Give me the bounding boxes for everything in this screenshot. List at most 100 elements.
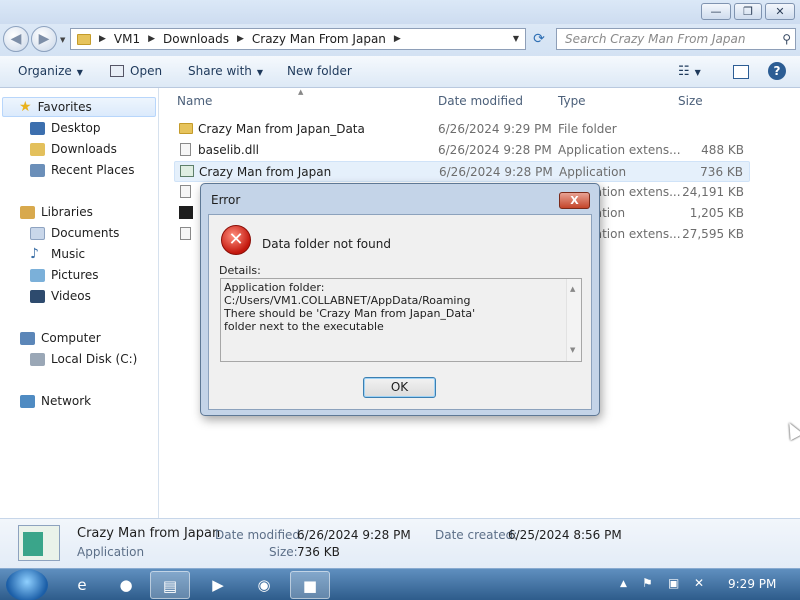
view-options-icon[interactable]: ☷ ▼ [678, 64, 701, 79]
nav-favorites[interactable]: ★ Favorites [2, 97, 156, 117]
chevron-down-icon: ▼ [256, 68, 264, 77]
breadcrumb-downloads[interactable]: Downloads [163, 32, 229, 46]
nav-computer[interactable]: Computer [20, 328, 101, 348]
internet-explorer-icon[interactable]: e [62, 571, 102, 599]
dialog-close-button[interactable]: X [559, 192, 590, 209]
crazy-man-game-icon[interactable]: ■ [290, 571, 330, 599]
error-message: Data folder not found [262, 237, 391, 251]
application-icon [180, 165, 194, 177]
show-hidden-icons-icon[interactable]: ▲ [620, 579, 627, 589]
dialog-title: Error [211, 193, 241, 207]
column-header-name[interactable]: Name [177, 94, 212, 108]
file-name: Crazy Man from Japan_Data [198, 122, 365, 136]
nav-computer-label: Computer [41, 331, 101, 345]
open-label: Open [130, 64, 163, 78]
network-icon [20, 394, 35, 408]
details-textbox[interactable]: Application folder: C:/Users/VM1.COLLABN… [220, 278, 582, 362]
address-row: ◀ ▶ ▼ ▶ VM1 ▶ Downloads ▶ Crazy Man From… [0, 24, 800, 56]
details-file-name: Crazy Man from Japan [77, 526, 221, 541]
back-arrow-icon[interactable]: ◀ [3, 26, 29, 52]
file-row[interactable]: baselib.dll 6/26/2024 9:28 PM Applicatio… [174, 140, 750, 161]
forward-arrow-icon[interactable]: ▶ [31, 26, 57, 52]
preview-pane-icon[interactable] [733, 65, 749, 79]
address-dropdown-icon[interactable]: ▼ [513, 34, 519, 43]
details-scrollbar[interactable]: ▲ ▼ [566, 279, 581, 361]
nav-downloads[interactable]: Downloads [30, 139, 117, 159]
file-date: 6/26/2024 9:28 PM [439, 165, 553, 179]
search-input[interactable]: Search Crazy Man From Japan ⚲ [556, 28, 796, 50]
refresh-icon[interactable]: ⟳ [529, 29, 549, 49]
taskbar-clock[interactable]: 9:29 PM [728, 577, 776, 591]
nav-music[interactable]: ♪ Music [30, 244, 85, 264]
nav-favorites-label: Favorites [37, 100, 92, 114]
breadcrumb-separator-icon[interactable]: ▶ [394, 34, 401, 44]
error-dialog: Error X ✕ Data folder not found Details:… [200, 183, 600, 416]
search-icon[interactable]: ⚲ [782, 29, 791, 49]
nav-videos[interactable]: Videos [30, 286, 91, 306]
dll-file-icon [180, 143, 191, 156]
volume-muted-icon[interactable]: ✕ [694, 576, 704, 590]
breadcrumb-vm1[interactable]: VM1 [114, 32, 140, 46]
details-line: folder next to the executable [224, 320, 384, 333]
address-bar[interactable]: ▶ VM1 ▶ Downloads ▶ Crazy Man From Japan… [70, 28, 526, 50]
nav-local-disk-label: Local Disk (C:) [51, 352, 138, 366]
folder-icon [179, 123, 193, 134]
file-type: File folder [558, 122, 617, 136]
close-window-button[interactable]: ✕ [765, 3, 795, 20]
firefox-icon[interactable]: ● [106, 571, 146, 599]
breadcrumb-separator-icon[interactable]: ▶ [148, 34, 155, 44]
file-row-selected[interactable]: Crazy Man from Japan 6/26/2024 9:28 PM A… [174, 161, 750, 182]
nav-local-disk[interactable]: Local Disk (C:) [30, 349, 137, 369]
nav-videos-label: Videos [51, 289, 91, 303]
column-header-size[interactable]: Size [678, 94, 703, 108]
help-icon[interactable]: ? [768, 62, 786, 80]
column-header-type[interactable]: Type [558, 94, 586, 108]
chevron-down-icon: ▼ [694, 68, 701, 77]
action-center-flag-icon[interactable]: ⚑ [642, 576, 653, 590]
nav-recent-places[interactable]: Recent Places [30, 160, 134, 180]
scroll-down-icon[interactable]: ▼ [570, 344, 575, 357]
open-button[interactable]: Open [110, 64, 162, 78]
network-tray-icon[interactable]: ▣ [668, 576, 679, 590]
details-file-kind: Application [77, 545, 145, 559]
scroll-up-icon[interactable]: ▲ [570, 283, 575, 296]
details-line: Application folder: [224, 281, 325, 294]
application-thumbnail-icon [18, 525, 60, 561]
start-button-icon[interactable] [6, 569, 48, 600]
nav-libraries[interactable]: Libraries [20, 202, 93, 222]
nav-pictures[interactable]: Pictures [30, 265, 99, 285]
file-name: Crazy Man from Japan [199, 165, 332, 179]
dll-file-icon [180, 227, 191, 240]
new-folder-button[interactable]: New folder [287, 64, 352, 78]
nav-documents[interactable]: Documents [30, 223, 119, 243]
desktop-icon [30, 121, 45, 135]
share-with-button[interactable]: Share with ▼ [188, 64, 263, 78]
app-icon[interactable]: ◉ [244, 571, 284, 599]
breadcrumb-separator-icon[interactable]: ▶ [237, 34, 244, 44]
disk-icon [30, 352, 45, 366]
details-line: There should be 'Crazy Man from Japan_Da… [224, 307, 476, 320]
nav-pictures-label: Pictures [51, 268, 99, 282]
libraries-icon [20, 205, 35, 219]
ok-button[interactable]: OK [363, 377, 436, 398]
file-size: 24,191 KB [682, 185, 744, 199]
details-size: 736 KB [297, 545, 340, 559]
details-date-created: 6/25/2024 8:56 PM [508, 528, 622, 542]
maximize-button[interactable]: ❐ [734, 3, 762, 20]
command-bar: Organize ▼ Open Share with ▼ New folder ☷ ▼… [0, 56, 800, 88]
file-row[interactable]: Crazy Man from Japan_Data 6/26/2024 9:29… [174, 119, 750, 140]
column-header-date-modified[interactable]: Date modified [438, 94, 523, 108]
breadcrumb-separator-icon[interactable]: ▶ [99, 34, 106, 44]
nav-desktop[interactable]: Desktop [30, 118, 101, 138]
organize-button[interactable]: Organize ▼ [18, 64, 83, 78]
breadcrumb-current-folder[interactable]: Crazy Man From Japan [252, 32, 386, 46]
videos-icon [30, 289, 45, 303]
media-player-icon[interactable]: ▶ [198, 571, 238, 599]
details-label: Details: [219, 264, 261, 277]
recent-pages-chevron-icon[interactable]: ▼ [60, 36, 65, 44]
minimize-button[interactable]: — [701, 3, 731, 20]
nav-network[interactable]: Network [20, 391, 91, 411]
star-icon: ★ [19, 99, 32, 115]
windows-explorer-icon[interactable]: ▤ [150, 571, 190, 599]
details-size-label: Size: [269, 545, 298, 559]
